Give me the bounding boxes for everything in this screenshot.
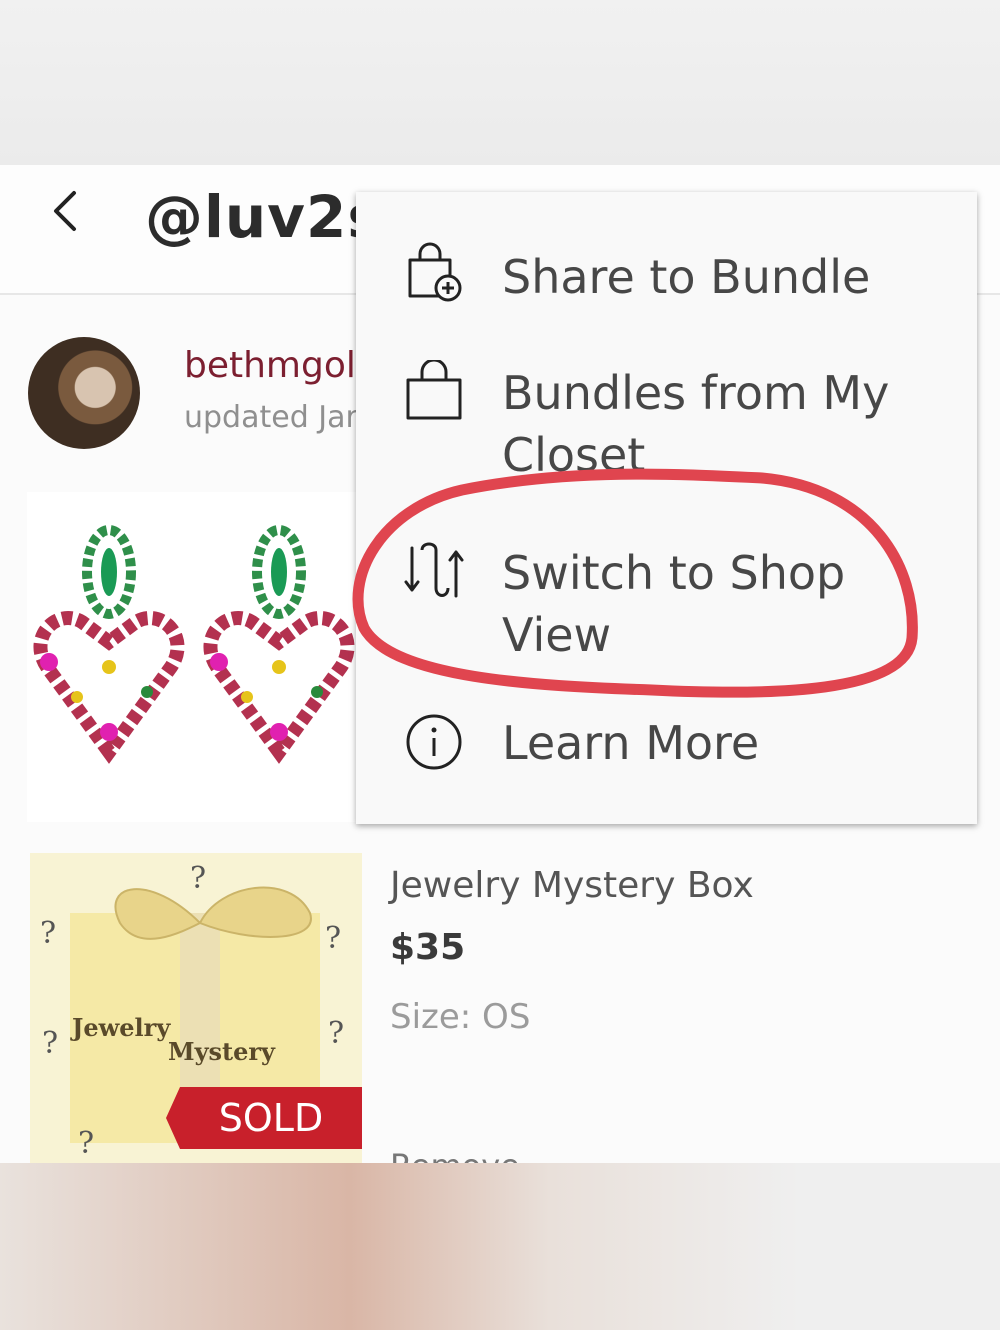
svg-text:?: ? — [40, 916, 56, 951]
info-icon — [406, 714, 462, 770]
listing-title[interactable]: Jewelry Mystery Box — [390, 865, 754, 906]
seller-updated-text: updated Jar — [184, 400, 358, 435]
menu-item-switch-to-shop-view[interactable]: Switch to Shop View — [356, 532, 977, 662]
menu-item-label: Switch to Shop View — [502, 546, 846, 662]
svg-text:?: ? — [42, 1026, 58, 1061]
overflow-menu: Share to Bundle Bundles from My Closet S… — [356, 192, 977, 824]
menu-item-label: Bundles from My Closet — [502, 366, 890, 482]
mystery-box-image-text-jewelry: Jewelry — [72, 1013, 171, 1042]
listing-price: $35 — [390, 927, 466, 968]
blurred-bottom-border — [0, 1163, 1000, 1330]
remove-link[interactable]: Remove — [390, 1147, 520, 1163]
seller-avatar[interactable] — [28, 337, 140, 449]
switch-arrows-icon — [404, 542, 464, 598]
shopping-bag-icon — [406, 360, 462, 420]
page-title: @luv2s — [145, 183, 383, 251]
svg-text:?: ? — [325, 921, 341, 956]
mystery-box-image-text-mystery: Mystery — [168, 1037, 275, 1066]
svg-text:?: ? — [78, 1126, 94, 1161]
listing-size: Size: OS — [390, 997, 531, 1037]
blurred-top-border — [0, 0, 1000, 165]
listing-image-earrings[interactable] — [27, 492, 362, 822]
seller-name[interactable]: bethmgolc — [184, 345, 376, 386]
menu-item-learn-more[interactable]: Learn More — [356, 712, 977, 792]
menu-item-bundles-from-my-closet[interactable]: Bundles from My Closet — [356, 352, 977, 482]
back-arrow-icon[interactable] — [44, 187, 92, 235]
sold-badge: SOLD — [166, 1087, 362, 1149]
bag-plus-icon — [408, 242, 462, 302]
earrings-illustration — [33, 492, 362, 764]
menu-item-label: Learn More — [502, 716, 760, 770]
svg-text:?: ? — [328, 1016, 344, 1051]
svg-text:?: ? — [190, 861, 206, 896]
menu-item-share-to-bundle[interactable]: Share to Bundle — [356, 232, 977, 332]
menu-item-label: Share to Bundle — [502, 250, 871, 304]
